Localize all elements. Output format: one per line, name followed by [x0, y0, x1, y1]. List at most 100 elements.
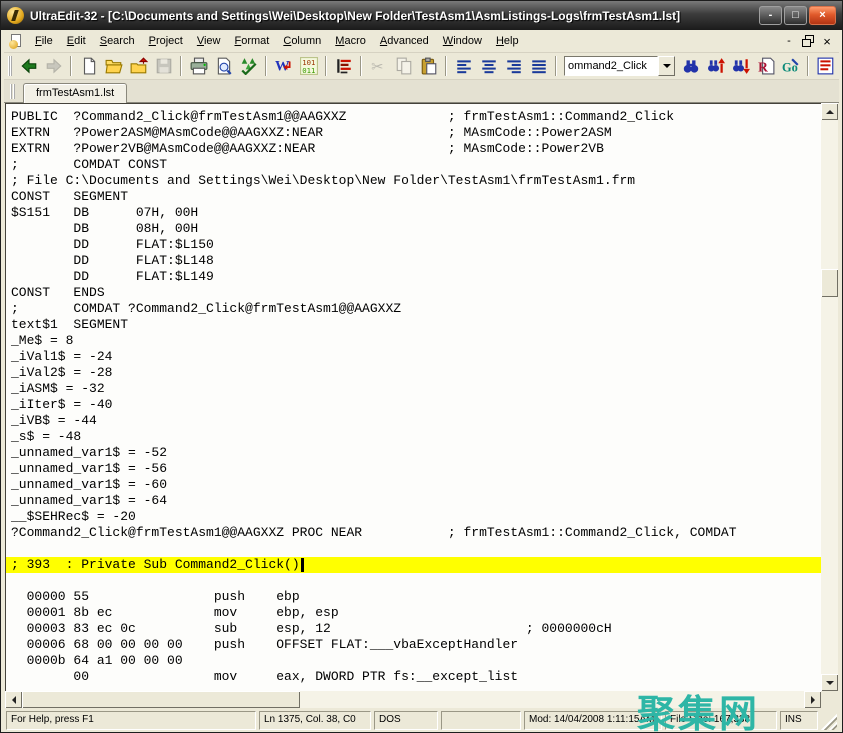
save-button: [151, 54, 176, 78]
minimize-button[interactable]: -: [759, 6, 782, 25]
copy-button: [391, 54, 416, 78]
align-center-icon: [480, 57, 498, 75]
tab-frmtestasm1[interactable]: frmTestAsm1.lst: [23, 83, 127, 103]
print-button[interactable]: [186, 54, 211, 78]
find-combo-dropdown-button[interactable]: [658, 56, 675, 76]
hex-edit-button[interactable]: 101011: [296, 54, 321, 78]
tabbar-drag-handle[interactable]: [10, 84, 15, 99]
maximize-button[interactable]: □: [784, 6, 807, 25]
status-file-size: File Size: 167,338: [665, 711, 777, 730]
align-justify-icon: [530, 57, 548, 75]
close-file-button[interactable]: [126, 54, 151, 78]
find-button[interactable]: [678, 54, 703, 78]
scroll-left-button[interactable]: [5, 691, 22, 708]
toolbar-separator: [555, 56, 557, 76]
align-justify-button[interactable]: [526, 54, 551, 78]
source-line: ?Command2_Click@frmTestAsm1@@AAGXXZ PROC…: [6, 525, 821, 541]
menu-help[interactable]: Help: [489, 31, 526, 51]
resize-grip[interactable]: [821, 714, 837, 730]
menu-file[interactable]: File: [28, 31, 60, 51]
svg-text:011: 011: [302, 66, 315, 75]
source-line: [6, 541, 821, 557]
toolbar-drag-handle[interactable]: [8, 56, 12, 76]
menu-macro[interactable]: Macro: [328, 31, 373, 51]
mdi-restore-button[interactable]: [799, 34, 817, 49]
align-right-button[interactable]: [501, 54, 526, 78]
scroll-down-button[interactable]: [821, 674, 838, 691]
source-line: [6, 573, 821, 589]
template-list-button[interactable]: [813, 54, 838, 78]
back-button[interactable]: [16, 54, 41, 78]
new-file-button[interactable]: [76, 54, 101, 78]
close-button[interactable]: ×: [809, 6, 836, 25]
menu-search[interactable]: Search: [93, 31, 142, 51]
arrow-right-icon: [45, 57, 63, 75]
horizontal-scrollbar[interactable]: [5, 691, 821, 708]
syntax-highlight-button[interactable]: [331, 54, 356, 78]
document-icon[interactable]: [9, 34, 24, 49]
spell-check-button[interactable]: [236, 54, 261, 78]
svg-text:✂: ✂: [371, 59, 383, 75]
find-prev-button[interactable]: [703, 54, 728, 78]
source-line: EXTRN ?Power2ASM@MAsmCode@@AAGXXZ:NEAR ;…: [6, 125, 821, 141]
hex-icon: 101011: [300, 57, 318, 75]
spell-icon: [240, 57, 258, 75]
status-insert-mode: INS: [780, 711, 818, 730]
source-line: _iVal2$ = -28: [6, 365, 821, 381]
toolbar-separator: [445, 56, 447, 76]
mdi-minimize-button[interactable]: -: [780, 34, 798, 49]
binoculars-up-icon: [707, 57, 725, 75]
folder-open-icon: [105, 57, 123, 75]
status-spare: [441, 711, 521, 730]
menu-project[interactable]: Project: [142, 31, 190, 51]
menu-advanced[interactable]: Advanced: [373, 31, 436, 51]
menu-window[interactable]: Window: [436, 31, 489, 51]
source-line: 0000b 64 a1 00 00 00: [6, 653, 821, 669]
scroll-right-button[interactable]: [804, 691, 821, 708]
chevron-down-icon: [663, 64, 671, 72]
source-line: _unnamed_var1$ = -56: [6, 461, 821, 477]
source-line: 00001 8b ec mov ebp, esp: [6, 605, 821, 621]
source-line: text$1 SEGMENT: [6, 317, 821, 333]
toolbar-separator: [70, 56, 72, 76]
print-preview-button[interactable]: [211, 54, 236, 78]
disk-icon: [155, 57, 173, 75]
forward-button: [41, 54, 66, 78]
source-line: EXTRN ?Power2VB@MAsmCode@@AAGXXZ:NEAR ; …: [6, 141, 821, 157]
mdi-close-button[interactable]: ×: [818, 34, 836, 49]
scroll-up-button[interactable]: [821, 103, 838, 120]
menu-format[interactable]: Format: [228, 31, 277, 51]
title-bar[interactable]: UltraEdit-32 - [C:\Documents and Setting…: [1, 1, 842, 30]
goto-button[interactable]: Go: [778, 54, 803, 78]
source-line: _iVB$ = -44: [6, 413, 821, 429]
source-line: ; COMDAT CONST: [6, 157, 821, 173]
menu-view[interactable]: View: [190, 31, 228, 51]
menu-column[interactable]: Column: [276, 31, 328, 51]
word-wrap-button[interactable]: W: [271, 54, 296, 78]
open-file-button[interactable]: [101, 54, 126, 78]
menu-edit[interactable]: Edit: [60, 31, 93, 51]
source-line: _s$ = -48: [6, 429, 821, 445]
source-line: DD FLAT:$L149: [6, 269, 821, 285]
paste-button[interactable]: [416, 54, 441, 78]
find-combo-input[interactable]: [564, 56, 658, 76]
scrollbar-corner: [821, 691, 838, 708]
source-line: 00000 55 push ebp: [6, 589, 821, 605]
find-combo: [564, 56, 675, 76]
toolbar-separator: [265, 56, 267, 76]
text-editor[interactable]: PUBLIC ?Command2_Click@frmTestAsm1@@AAGX…: [5, 103, 821, 691]
replace-button[interactable]: R: [753, 54, 778, 78]
align-left-button[interactable]: [451, 54, 476, 78]
doc-lines-icon: [817, 57, 835, 75]
preview-icon: [215, 57, 233, 75]
scissors-icon: ✂: [370, 57, 388, 75]
find-next-button[interactable]: [728, 54, 753, 78]
vertical-scroll-thumb[interactable]: [821, 269, 838, 297]
source-line: DD FLAT:$L150: [6, 237, 821, 253]
align-left-icon: [455, 57, 473, 75]
source-line: _unnamed_var1$ = -64: [6, 493, 821, 509]
align-center-button[interactable]: [476, 54, 501, 78]
vertical-scrollbar[interactable]: [821, 103, 838, 691]
horizontal-scroll-thumb[interactable]: [22, 691, 300, 708]
ultraedit-window: UltraEdit-32 - [C:\Documents and Setting…: [0, 0, 843, 733]
